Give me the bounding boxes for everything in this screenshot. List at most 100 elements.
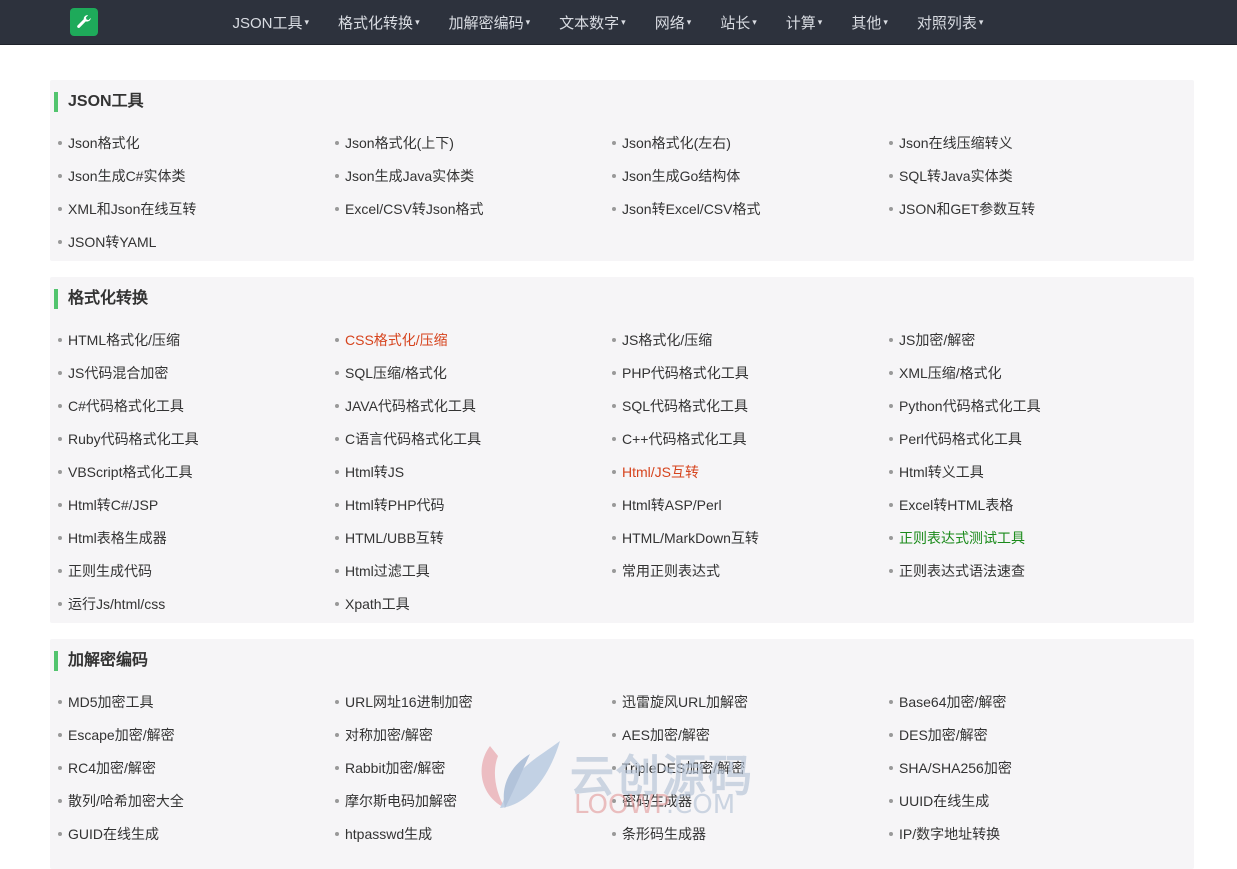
tool-link[interactable]: VBScript格式化工具 — [58, 461, 335, 483]
tool-link[interactable]: Html转C#/JSP — [58, 494, 335, 516]
tool-link[interactable]: PHP代码格式化工具 — [612, 362, 889, 384]
bullet-icon — [335, 404, 339, 408]
tool-link[interactable]: 摩尔斯电码加解密 — [335, 790, 612, 812]
tool-link-label: IP/数字地址转换 — [899, 826, 1001, 842]
tool-link[interactable]: 正则表达式测试工具 — [889, 527, 1166, 549]
tool-link[interactable]: 散列/哈希加密大全 — [58, 790, 335, 812]
tool-link[interactable]: Perl代码格式化工具 — [889, 428, 1166, 450]
tool-link-label: Json生成C#实体类 — [68, 168, 186, 184]
tool-link[interactable]: C#代码格式化工具 — [58, 395, 335, 417]
tool-link[interactable]: Rabbit加密/解密 — [335, 757, 612, 779]
bullet-icon — [889, 371, 893, 375]
tool-link[interactable]: Json生成Java实体类 — [335, 165, 612, 187]
nav-item-label: 其他 — [851, 14, 882, 32]
bullet-icon — [335, 536, 339, 540]
nav-item-2[interactable]: 加解密编码 ▾ — [434, 0, 545, 44]
tool-link[interactable]: Json格式化(上下) — [335, 132, 612, 154]
tool-link[interactable]: JSON转YAML — [58, 231, 335, 253]
tool-link[interactable]: 迅雷旋风URL加解密 — [612, 691, 889, 713]
tool-link[interactable]: HTML/UBB互转 — [335, 527, 612, 549]
bullet-icon — [335, 338, 339, 342]
tool-link[interactable]: Excel转HTML表格 — [889, 494, 1166, 516]
tool-link[interactable]: JS代码混合加密 — [58, 362, 335, 384]
tool-link[interactable]: Json生成Go结构体 — [612, 165, 889, 187]
logo[interactable] — [70, 8, 98, 36]
tool-link[interactable]: 正则生成代码 — [58, 560, 335, 582]
tool-link[interactable]: Json格式化(左右) — [612, 132, 889, 154]
nav-item-5[interactable]: 站长 ▾ — [706, 0, 772, 44]
tool-link[interactable]: UUID在线生成 — [889, 790, 1166, 812]
nav-item-7[interactable]: 其他 ▾ — [837, 0, 903, 44]
tool-link[interactable]: IP/数字地址转换 — [889, 823, 1166, 845]
tool-link[interactable]: Xpath工具 — [335, 593, 612, 615]
nav-item-4[interactable]: 网络 ▾ — [640, 0, 706, 44]
tool-link-label: SHA/SHA256加密 — [899, 760, 1012, 776]
tool-link[interactable]: Json转Excel/CSV格式 — [612, 198, 889, 220]
tool-link-label: AES加密/解密 — [622, 727, 710, 743]
nav-item-0[interactable]: JSON工具 ▾ — [218, 0, 324, 44]
nav-item-3[interactable]: 文本数字 ▾ — [545, 0, 641, 44]
tool-link[interactable]: JAVA代码格式化工具 — [335, 395, 612, 417]
tool-link[interactable]: MD5加密工具 — [58, 691, 335, 713]
tool-link[interactable]: CSS格式化/压缩 — [335, 329, 612, 351]
tool-link-label: JS代码混合加密 — [68, 365, 169, 381]
tool-link[interactable]: SQL转Java实体类 — [889, 165, 1166, 187]
tool-link[interactable]: Html表格生成器 — [58, 527, 335, 549]
tool-link[interactable]: Html转义工具 — [889, 461, 1166, 483]
tool-link[interactable]: XML和Json在线互转 — [58, 198, 335, 220]
bullet-icon — [612, 766, 616, 770]
tool-link[interactable]: Python代码格式化工具 — [889, 395, 1166, 417]
tool-link[interactable]: Json在线压缩转义 — [889, 132, 1166, 154]
bullet-icon — [335, 503, 339, 507]
nav-item-label: 计算 — [785, 14, 816, 32]
tool-link[interactable]: Html转ASP/Perl — [612, 494, 889, 516]
tool-link[interactable]: SQL压缩/格式化 — [335, 362, 612, 384]
tool-link[interactable]: JSON和GET参数互转 — [889, 198, 1166, 220]
bullet-icon — [335, 832, 339, 836]
tool-link[interactable]: JS加密/解密 — [889, 329, 1166, 351]
tool-link[interactable]: Escape加密/解密 — [58, 724, 335, 746]
tool-link[interactable]: 运行Js/html/css — [58, 593, 335, 615]
nav-item-6[interactable]: 计算 ▾ — [771, 0, 837, 44]
caret-down-icon: ▾ — [525, 16, 531, 27]
tool-link[interactable]: URL网址16进制加密 — [335, 691, 612, 713]
tool-link[interactable]: AES加密/解密 — [612, 724, 889, 746]
tool-link[interactable]: C++代码格式化工具 — [612, 428, 889, 450]
bullet-icon — [58, 733, 62, 737]
bullet-icon — [335, 733, 339, 737]
tool-link[interactable]: Ruby代码格式化工具 — [58, 428, 335, 450]
tool-link-label: 常用正则表达式 — [622, 563, 720, 579]
caret-down-icon: ▾ — [686, 16, 692, 27]
tool-link[interactable]: RC4加密/解密 — [58, 757, 335, 779]
tool-link[interactable]: Json格式化 — [58, 132, 335, 154]
nav-item-1[interactable]: 格式化转换 ▾ — [324, 0, 435, 44]
nav-item-8[interactable]: 对照列表 ▾ — [902, 0, 998, 44]
tool-link[interactable]: HTML格式化/压缩 — [58, 329, 335, 351]
tool-link[interactable]: htpasswd生成 — [335, 823, 612, 845]
tool-link[interactable]: 正则表达式语法速查 — [889, 560, 1166, 582]
tool-link[interactable]: Excel/CSV转Json格式 — [335, 198, 612, 220]
tool-link[interactable]: 密码生成器 — [612, 790, 889, 812]
tool-link[interactable]: HTML/MarkDown互转 — [612, 527, 889, 549]
tool-link[interactable]: C语言代码格式化工具 — [335, 428, 612, 450]
tool-link[interactable]: 对称加密/解密 — [335, 724, 612, 746]
tool-link[interactable]: DES加密/解密 — [889, 724, 1166, 746]
tool-link[interactable]: JS格式化/压缩 — [612, 329, 889, 351]
tool-link-label: XML和Json在线互转 — [68, 201, 197, 217]
tool-link[interactable]: 条形码生成器 — [612, 823, 889, 845]
tool-link[interactable]: GUID在线生成 — [58, 823, 335, 845]
tool-link[interactable]: SHA/SHA256加密 — [889, 757, 1166, 779]
tool-link[interactable]: Html转PHP代码 — [335, 494, 612, 516]
tool-link[interactable]: XML压缩/格式化 — [889, 362, 1166, 384]
tool-link[interactable]: Html/JS互转 — [612, 461, 889, 483]
tool-link[interactable]: SQL代码格式化工具 — [612, 395, 889, 417]
tool-link[interactable]: Base64加密/解密 — [889, 691, 1166, 713]
tool-link[interactable]: Html过滤工具 — [335, 560, 612, 582]
nav-item-label: 网络 — [654, 14, 685, 32]
tool-link[interactable]: 常用正则表达式 — [612, 560, 889, 582]
tool-link-label: Html/JS互转 — [622, 464, 699, 480]
bullet-icon — [612, 207, 616, 211]
tool-link[interactable]: Json生成C#实体类 — [58, 165, 335, 187]
tool-link[interactable]: TripleDES加密/解密 — [612, 757, 889, 779]
tool-link[interactable]: Html转JS — [335, 461, 612, 483]
